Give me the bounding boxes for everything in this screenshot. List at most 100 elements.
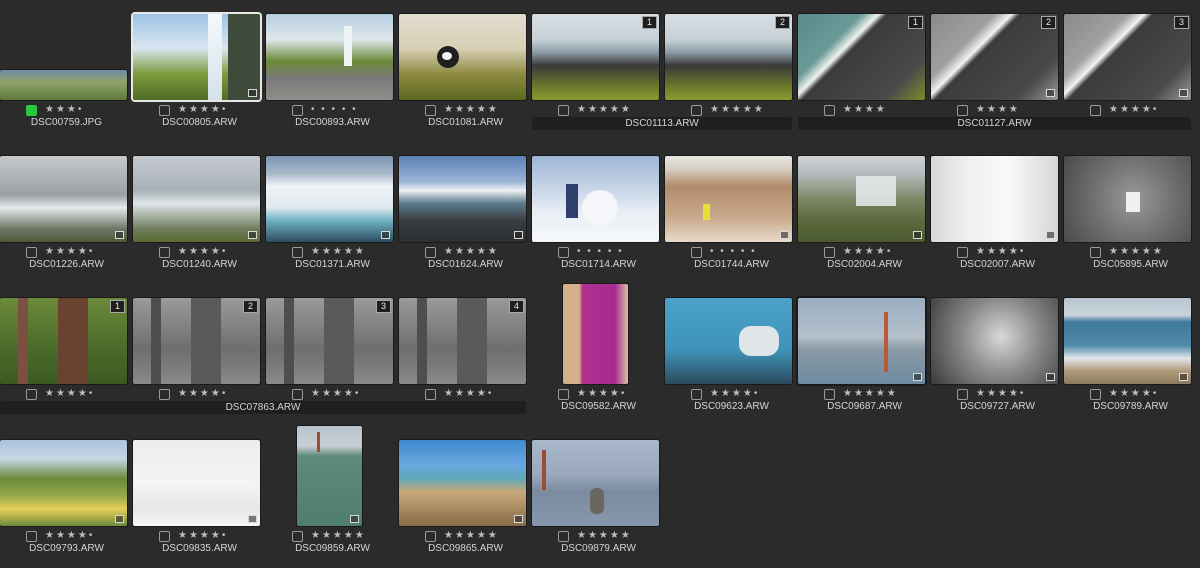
thumbnail-image[interactable]	[266, 14, 393, 100]
rating-stars[interactable]: ★★★★•	[178, 530, 227, 542]
select-checkbox[interactable]	[558, 246, 569, 258]
select-checkbox[interactable]	[558, 388, 569, 400]
rating-stars[interactable]: ★★★★•	[976, 388, 1025, 400]
thumbnail-image[interactable]	[1064, 298, 1191, 384]
rating-stars[interactable]: • • • • •	[710, 246, 757, 258]
thumbnail-cell[interactable]: ★★★★• DSC09835.ARW	[133, 426, 266, 568]
thumbnail-cell[interactable]: ★★★★★ DSC01624.ARW	[399, 142, 532, 284]
thumbnail-image[interactable]	[931, 298, 1058, 384]
rating-stars[interactable]: ★★★★•	[45, 388, 94, 400]
thumbnail-cell[interactable]: ★★★★• DSC01226.ARW	[0, 142, 133, 284]
thumbnail-image[interactable]: 1	[798, 14, 925, 100]
rating-stars[interactable]: ★★★★★	[444, 530, 499, 542]
rating-stars[interactable]: ★★★•	[45, 104, 83, 116]
rating-stars[interactable]: ★★★★•	[1109, 388, 1158, 400]
thumbnail-image[interactable]: 3	[1064, 14, 1191, 100]
thumbnail-cell[interactable]: ★★★★• DSC02004.ARW	[798, 142, 931, 284]
thumbnail-cell[interactable]: ★★★★★ DSC09687.ARW	[798, 284, 931, 426]
rating-stars[interactable]: ★★★★★	[311, 246, 366, 258]
thumbnail-cell[interactable]: ★★★★• DSC09582.ARW	[532, 284, 665, 426]
select-checkbox[interactable]	[691, 246, 702, 258]
thumbnail-image[interactable]	[1064, 156, 1191, 242]
thumbnail-cell[interactable]: ★★★★★ DSC09859.ARW	[266, 426, 399, 568]
select-checkbox[interactable]	[957, 104, 968, 116]
rating-stars[interactable]: ★★★★•	[1109, 104, 1158, 116]
select-checkbox[interactable]	[292, 104, 303, 116]
select-checkbox[interactable]	[292, 246, 303, 258]
thumbnail-cell[interactable]: ★★★★★ DSC05895.ARW	[1064, 142, 1197, 284]
select-checkbox[interactable]	[425, 530, 436, 542]
rating-stars[interactable]: ★★★★	[843, 104, 887, 116]
thumbnail-cell[interactable]: ★★★★• DSC09793.ARW	[0, 426, 133, 568]
thumbnail-cell[interactable]: ★★★• DSC00759.JPG	[0, 0, 133, 142]
flag-checkbox[interactable]	[26, 104, 37, 116]
rating-stars[interactable]: ★★★★•	[178, 388, 227, 400]
select-checkbox[interactable]	[558, 530, 569, 542]
thumbnail-image[interactable]	[266, 156, 393, 242]
thumbnail-image[interactable]	[0, 156, 127, 242]
select-checkbox[interactable]	[425, 246, 436, 258]
thumbnail-cell[interactable]: ★★★★• DSC09789.ARW	[1064, 284, 1197, 426]
rating-stars[interactable]: ★★★★★	[444, 104, 499, 116]
thumbnail-image[interactable]: 3	[266, 298, 393, 384]
thumbnail-cell[interactable]: ★★★★• DSC09623.ARW	[665, 284, 798, 426]
thumbnail-image[interactable]: 2	[665, 14, 792, 100]
select-checkbox[interactable]	[159, 246, 170, 258]
rating-stars[interactable]: ★★★★•	[178, 104, 227, 116]
thumbnail-image[interactable]	[133, 156, 260, 242]
rating-stars[interactable]: ★★★★	[976, 104, 1020, 116]
select-checkbox[interactable]	[26, 246, 37, 258]
select-checkbox[interactable]	[26, 530, 37, 542]
thumbnail-image[interactable]: 2	[133, 298, 260, 384]
thumbnail-image[interactable]: 1	[532, 14, 659, 100]
thumbnail-cell[interactable]: • • • • • DSC01714.ARW	[532, 142, 665, 284]
select-checkbox[interactable]	[957, 246, 968, 258]
thumbnail-image[interactable]	[532, 440, 659, 526]
thumbnail-image[interactable]	[297, 426, 362, 526]
rating-stars[interactable]: • • • • •	[311, 104, 358, 116]
thumbnail-image[interactable]	[563, 284, 628, 384]
select-checkbox[interactable]	[691, 104, 702, 116]
thumbnail-image[interactable]	[798, 156, 925, 242]
thumbnail-image[interactable]	[399, 14, 526, 100]
thumbnail-image[interactable]	[798, 298, 925, 384]
select-checkbox[interactable]	[824, 246, 835, 258]
thumbnail-image[interactable]	[931, 156, 1058, 242]
stack-label-bar[interactable]: DSC01127.ARW	[798, 117, 1191, 130]
select-checkbox[interactable]	[425, 388, 436, 400]
thumbnail-cell[interactable]: • • • • • DSC00893.ARW	[266, 0, 399, 142]
thumbnail-image[interactable]	[0, 70, 127, 100]
select-checkbox[interactable]	[1090, 388, 1101, 400]
thumbnail-cell[interactable]: • • • • • DSC01744.ARW	[665, 142, 798, 284]
select-checkbox[interactable]	[292, 530, 303, 542]
select-checkbox[interactable]	[691, 388, 702, 400]
thumbnail-cell[interactable]: ★★★★• DSC00805.ARW	[133, 0, 266, 142]
thumbnail-cell[interactable]: ★★★★★ DSC01081.ARW	[399, 0, 532, 142]
thumbnail-image[interactable]	[665, 156, 792, 242]
select-checkbox[interactable]	[824, 104, 835, 116]
rating-stars[interactable]: ★★★★•	[976, 246, 1025, 258]
thumbnail-cell[interactable]: ★★★★• DSC01240.ARW	[133, 142, 266, 284]
rating-stars[interactable]: ★★★★★	[577, 530, 632, 542]
select-checkbox[interactable]	[425, 104, 436, 116]
select-checkbox[interactable]	[957, 388, 968, 400]
thumbnail-image[interactable]	[0, 440, 127, 526]
stack-label-bar[interactable]: DSC07863.ARW	[0, 401, 526, 414]
thumbnail-image[interactable]: 4	[399, 298, 526, 384]
rating-stars[interactable]: ★★★★•	[444, 388, 493, 400]
rating-stars[interactable]: ★★★★★	[710, 104, 765, 116]
thumbnail-image[interactable]	[399, 440, 526, 526]
thumbnail-cell[interactable]: ★★★★★ DSC01371.ARW	[266, 142, 399, 284]
rating-stars[interactable]: ★★★★•	[577, 388, 626, 400]
rating-stars[interactable]: ★★★★★	[1109, 246, 1164, 258]
rating-stars[interactable]: ★★★★•	[45, 530, 94, 542]
rating-stars[interactable]: ★★★★•	[45, 246, 94, 258]
rating-stars[interactable]: ★★★★•	[710, 388, 759, 400]
thumbnail-image[interactable]: 2	[931, 14, 1058, 100]
select-checkbox[interactable]	[824, 388, 835, 400]
select-checkbox[interactable]	[292, 388, 303, 400]
select-checkbox[interactable]	[159, 388, 170, 400]
thumbnail-image[interactable]	[532, 156, 659, 242]
select-checkbox[interactable]	[1090, 104, 1101, 116]
select-checkbox[interactable]	[1090, 246, 1101, 258]
